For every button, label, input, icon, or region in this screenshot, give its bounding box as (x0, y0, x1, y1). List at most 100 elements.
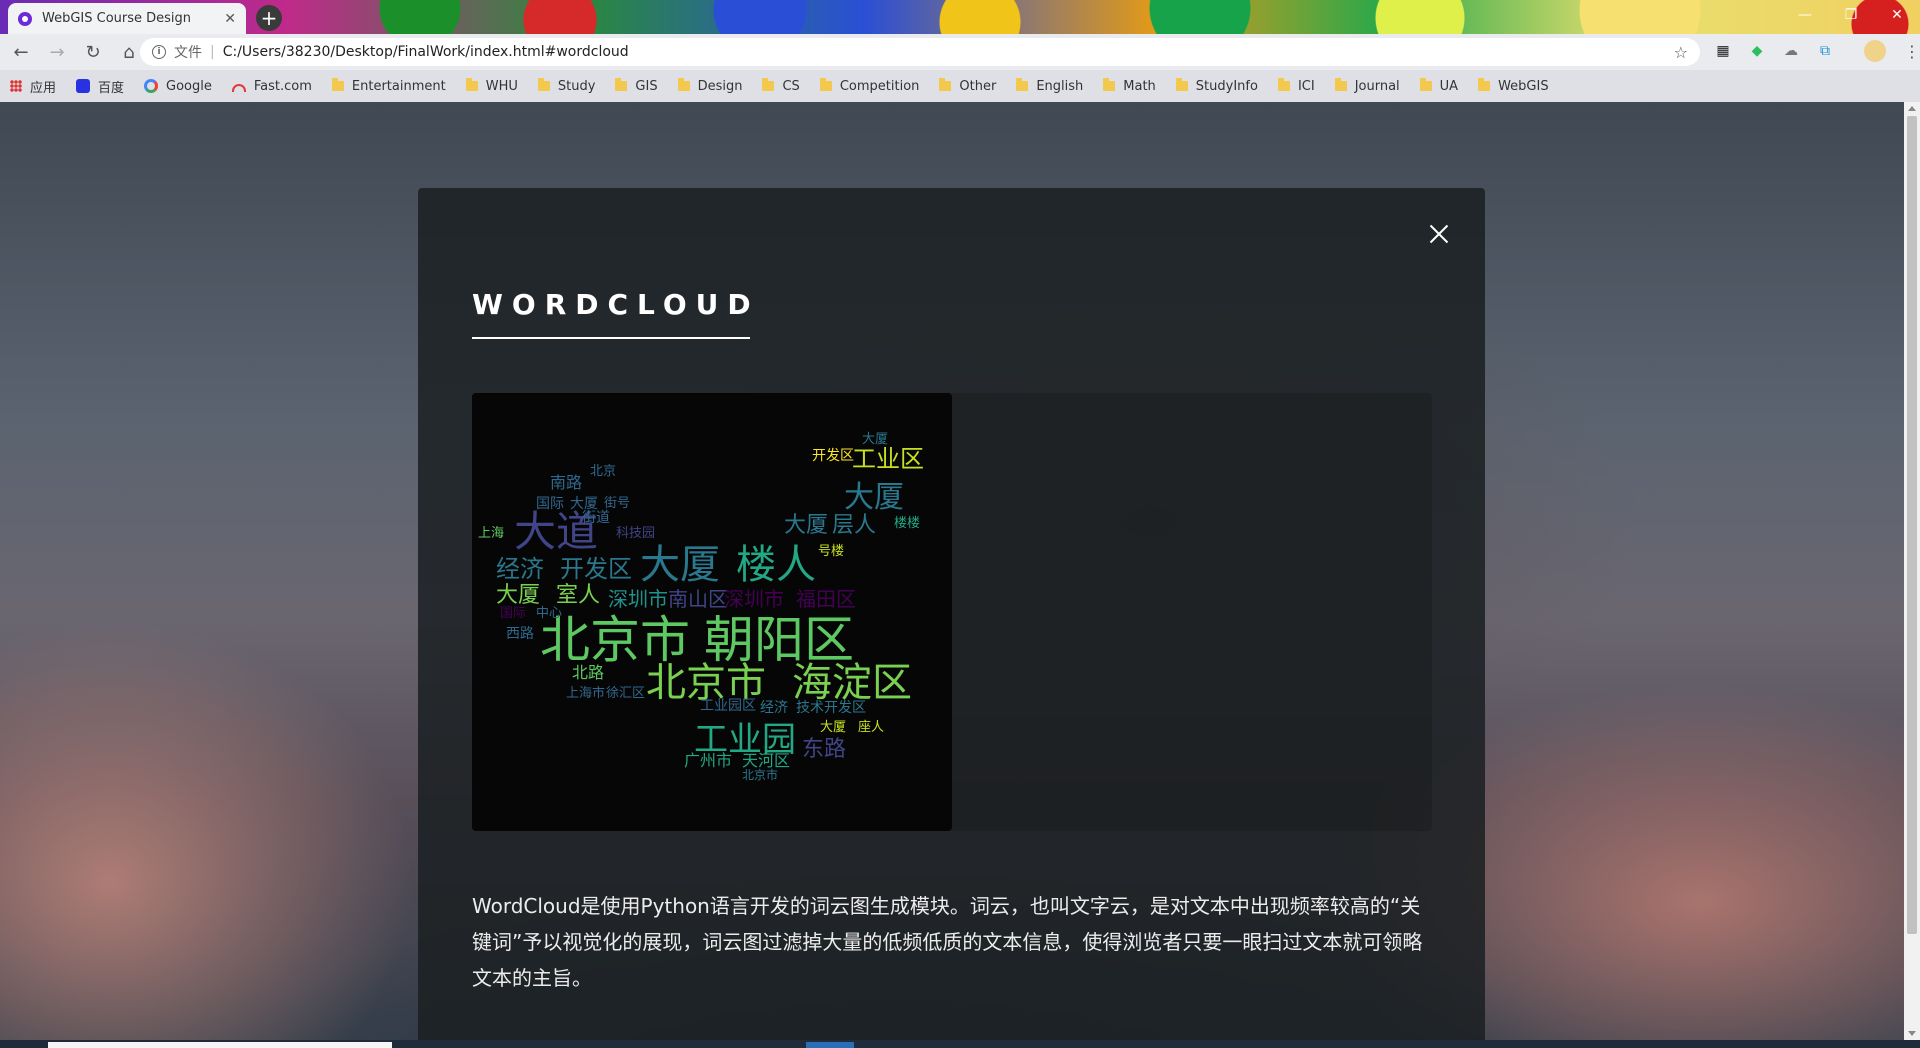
bookmark-english[interactable]: English (1016, 78, 1084, 94)
taskbar-strip (0, 1040, 1920, 1048)
wordcloud-word: 西路 (506, 626, 534, 642)
close-window-button[interactable]: ✕ (1874, 0, 1920, 30)
bookmark-competition[interactable]: Competition (819, 78, 920, 94)
bookmark-label: Journal (1354, 78, 1400, 94)
folder-icon (1016, 78, 1029, 91)
wordcloud-word: 科技园 (616, 526, 656, 541)
browser-toolbar: ← → ↻ ⌂ i 文件 | C:/Users/38230/Desktop/Fi… (0, 34, 1920, 70)
wordcloud-word: 经济 (760, 700, 788, 716)
bookmark-label: English (1036, 78, 1084, 94)
bookmark-label: UA (1439, 78, 1459, 94)
wordcloud-word: 层人 (832, 513, 877, 538)
bookmark-star-icon[interactable]: ☆ (1674, 43, 1688, 62)
bookmark-label: ICI (1297, 78, 1315, 94)
window-controls: — ❐ ✕ (1782, 0, 1920, 30)
scroll-down-icon[interactable] (1908, 1031, 1916, 1036)
modal-title: WORDCLOUD (472, 288, 751, 339)
folder-icon (1103, 78, 1116, 91)
tab-title: WebGIS Course Design (42, 11, 192, 26)
wordcloud-word: 大厦 (640, 542, 720, 588)
bookmark-whu[interactable]: WHU (465, 78, 518, 94)
bookmark-other[interactable]: Other (939, 78, 996, 94)
wordcloud-word: 深圳市 (608, 587, 668, 611)
bookmark-label: GIS (635, 78, 658, 94)
page-background: WORDCLOUD 北京市 朝阳区 北京市 海淀区 大厦 楼人 大道 工业园 工业区 大厦 经济 开发… (0, 102, 1904, 1040)
wordcloud-word: 海淀区 (792, 660, 912, 706)
wordcloud-word: 街道 (582, 510, 610, 526)
folder-icon (1478, 78, 1491, 91)
info-icon[interactable]: i (152, 45, 166, 59)
wordcloud-word: 国际 (500, 606, 527, 621)
bookmark-ua[interactable]: UA (1419, 78, 1459, 94)
bookmark-ici[interactable]: ICI (1277, 78, 1315, 94)
address-bar[interactable]: i 文件 | C:/Users/38230/Desktop/FinalWork/… (140, 38, 1700, 66)
wordcloud-word: 大厦 (496, 583, 541, 608)
bookmark-study[interactable]: Study (537, 78, 595, 94)
wordcloud-word: 经济 (496, 555, 544, 583)
bookmark-label: Design (697, 78, 743, 94)
wordcloud-word: 北路 (572, 663, 605, 682)
wordcloud-word: 室人 (556, 583, 601, 608)
page-scrollbar[interactable] (1904, 102, 1920, 1040)
wordcloud-word: 国际 (536, 496, 564, 512)
bookmark--[interactable]: 百度 (76, 77, 124, 96)
bookmark-cs[interactable]: CS (762, 78, 800, 94)
wordcloud-word: 北京市 (742, 768, 779, 782)
bookmark--[interactable]: 应用 (10, 77, 56, 96)
bookmark-label: Competition (839, 78, 920, 94)
folder-icon (819, 78, 832, 91)
bookmark-label: 应用 (30, 80, 57, 96)
bookmark-label: Entertainment (351, 78, 446, 94)
wordcloud-word: 深圳市 (724, 587, 784, 611)
profile-avatar[interactable] (1864, 40, 1886, 62)
wordcloud-word: 广州市 (684, 751, 733, 770)
bookmark-entertainment[interactable]: Entertainment (331, 78, 446, 94)
back-button[interactable]: ← (6, 37, 36, 67)
extension-trello-icon[interactable]: ▦ (1710, 38, 1736, 64)
wordcloud-word: 南路 (550, 473, 583, 492)
taskbar-item[interactable] (806, 1042, 854, 1048)
address-separator: | (210, 44, 215, 60)
bookmark-fast-com[interactable]: Fast.com (231, 79, 312, 94)
tab-favicon-icon (18, 11, 32, 26)
bookmark-webgis[interactable]: WebGIS (1478, 78, 1549, 94)
wordcloud-word: 技术开发区 (796, 700, 866, 716)
folder-icon (331, 78, 344, 91)
address-scheme-label: 文件 (174, 45, 202, 61)
extension-translate-icon[interactable]: ⧉ (1812, 38, 1838, 64)
scroll-up-icon[interactable] (1908, 106, 1916, 111)
wordcloud-word: 号楼 (818, 544, 845, 559)
bookmark-math[interactable]: Math (1103, 78, 1156, 94)
bookmark-google[interactable]: Google (144, 79, 212, 94)
folder-icon (677, 78, 690, 91)
browser-tab[interactable]: WebGIS Course Design ✕ (8, 3, 246, 34)
close-icon[interactable] (1423, 218, 1455, 250)
bookmark-studyinfo[interactable]: StudyInfo (1175, 78, 1258, 94)
minimize-button[interactable]: — (1782, 0, 1828, 30)
address-url[interactable]: C:/Users/38230/Desktop/FinalWork/index.h… (223, 44, 1674, 60)
tab-strip: WebGIS Course Design ✕ + — ❐ ✕ (0, 0, 1920, 34)
bookmark-journal[interactable]: Journal (1334, 78, 1400, 94)
bookmark-gis[interactable]: GIS (615, 78, 658, 94)
reload-button[interactable]: ↻ (78, 37, 108, 67)
new-tab-button[interactable]: + (256, 5, 282, 31)
wordcloud-word: 楼人 (736, 542, 816, 588)
modal-description: WordCloud是使用Python语言开发的词云图生成模块。词云，也叫文字云，… (472, 894, 1423, 990)
scroll-thumb[interactable] (1907, 116, 1917, 934)
folder-icon (615, 78, 628, 91)
forward-button[interactable]: → (42, 37, 72, 67)
extension-evernote-icon[interactable]: ◆ (1744, 38, 1770, 64)
extension-cloud-icon[interactable]: ☁ (1778, 38, 1804, 64)
taskbar-item[interactable] (48, 1042, 392, 1048)
bookmark-design[interactable]: Design (677, 78, 743, 94)
restore-button[interactable]: ❐ (1828, 0, 1874, 30)
wordcloud-word: 楼楼 (894, 516, 921, 531)
browser-menu-icon[interactable]: ⋮ (1904, 42, 1920, 61)
bookmark-label: Math (1123, 78, 1156, 94)
wordcloud-word: 南山区 (668, 587, 728, 611)
wordcloud-word: 天河区 (742, 751, 791, 770)
wordcloud-word: 大厦 (844, 480, 904, 515)
folder-icon (1277, 78, 1290, 91)
tab-close-icon[interactable]: ✕ (224, 11, 236, 27)
bookmark-label: CS (782, 78, 800, 94)
